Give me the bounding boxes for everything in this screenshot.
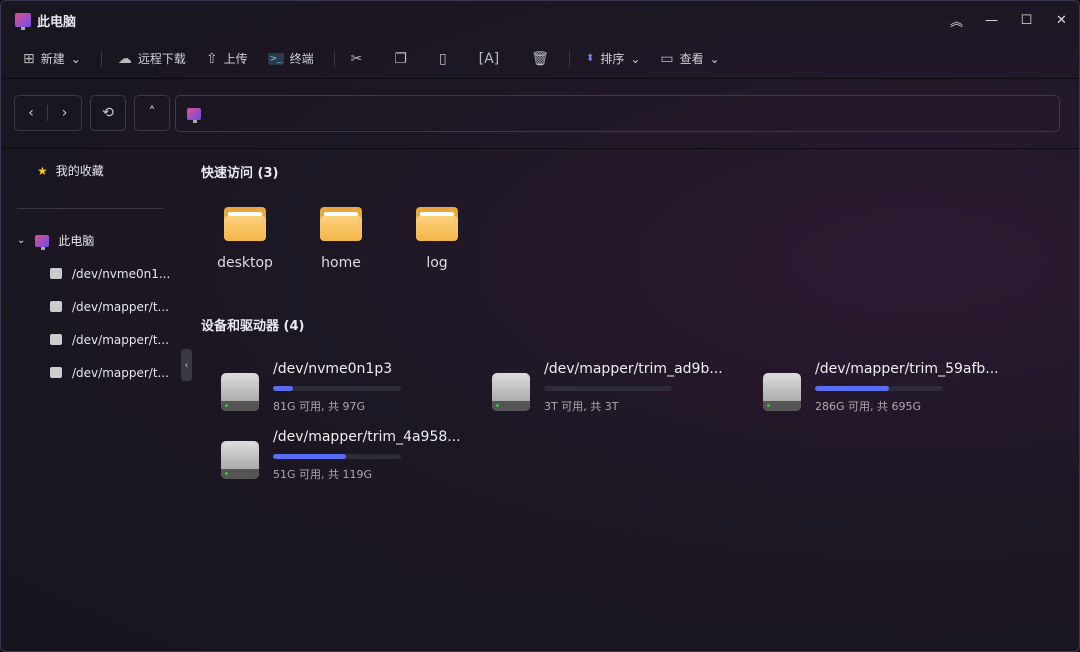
forward-button[interactable]: › bbox=[48, 105, 81, 121]
chevron-up-icon: ˄ bbox=[148, 105, 156, 121]
folder-icon bbox=[416, 207, 458, 241]
scissors-icon: ✂ bbox=[350, 50, 363, 67]
chevron-down-icon: ⌄ bbox=[70, 51, 81, 66]
devices-heading: 设备和驱动器 (4) bbox=[201, 319, 305, 334]
drive-name: /dev/mapper/trim_59afb... bbox=[815, 361, 999, 377]
cut-button[interactable]: ✂ bbox=[351, 51, 363, 67]
terminal-icon: >_ bbox=[267, 52, 284, 65]
chevron-down-icon[interactable]: ⌄ bbox=[17, 235, 25, 246]
divider bbox=[17, 208, 163, 209]
history-button[interactable]: ⟲ bbox=[90, 95, 126, 131]
main-content: 快速访问 (3) desktop home log 设备和驱动器 (4) /de… bbox=[201, 149, 1079, 651]
terminal-button[interactable]: >_ 终端 bbox=[267, 50, 314, 67]
drive-capacity: 286G 可用, 共 695G bbox=[815, 400, 922, 413]
hard-drive-icon bbox=[221, 441, 259, 479]
delete-button[interactable]: 🗑 bbox=[531, 51, 549, 67]
back-forward-group: ‹ › bbox=[14, 95, 82, 131]
drive-icon bbox=[50, 268, 62, 279]
sidebar-item-drive[interactable]: /dev/mapper/t... bbox=[1, 290, 181, 323]
folder-icon bbox=[224, 207, 266, 241]
view-icon: ▭ bbox=[660, 50, 674, 67]
drive-icon bbox=[50, 367, 62, 378]
drive-item[interactable]: /dev/mapper/trim_ad9b... 3T 可用, 共 3T bbox=[472, 361, 732, 421]
sidebar-item-drive[interactable]: /dev/mapper/t... bbox=[1, 356, 181, 389]
sort-icon: ⬍ bbox=[585, 53, 595, 64]
hard-drive-icon bbox=[221, 373, 259, 411]
paste-icon: ▯ bbox=[438, 50, 447, 67]
drive-name: /dev/mapper/trim_ad9b... bbox=[544, 361, 723, 377]
view-button[interactable]: ▭ 查看 ⌄ bbox=[660, 50, 719, 67]
rename-icon: [A] bbox=[478, 50, 500, 67]
sidebar-item-drive[interactable]: /dev/nvme0n1... bbox=[1, 257, 181, 290]
sidebar-collapse-handle[interactable]: ‹ bbox=[181, 349, 192, 381]
sidebar-item-this-pc[interactable]: ⌄ 此电脑 bbox=[1, 224, 181, 257]
drive-icon bbox=[50, 301, 62, 312]
drive-capacity: 81G 可用, 共 97G bbox=[273, 400, 366, 413]
remote-download-button[interactable]: ☁ 远程下载 bbox=[118, 50, 186, 67]
computer-icon bbox=[15, 13, 31, 30]
folder-log[interactable]: log bbox=[402, 207, 472, 271]
sidebar: ★ 我的收藏 ⌄ 此电脑 /dev/nvme0n1... /dev/mapper/t… bbox=[1, 149, 181, 651]
drive-name: /dev/mapper/trim_4a958... bbox=[273, 429, 461, 445]
folder-home[interactable]: home bbox=[306, 207, 376, 271]
title-bar: 此电脑 ︽ — ☐ ✕ bbox=[1, 1, 1079, 39]
address-bar[interactable] bbox=[175, 95, 1060, 132]
hard-drive-icon bbox=[492, 373, 530, 411]
usage-bar-fill bbox=[815, 386, 890, 391]
chevron-down-icon: ⌄ bbox=[709, 51, 720, 66]
drive-name: /dev/nvme0n1p3 bbox=[273, 361, 393, 377]
hard-drive-icon bbox=[763, 373, 801, 411]
new-button[interactable]: ⊞ 新建 ⌄ bbox=[23, 50, 81, 67]
close-button[interactable]: ✕ bbox=[1044, 1, 1079, 39]
history-icon: ⟲ bbox=[102, 105, 114, 121]
window-title: 此电脑 bbox=[37, 14, 77, 30]
toolbar: ⊞ 新建 ⌄ ☁ 远程下载 ⇧ 上传 >_ 终端 ✂ ❐ ▯ [A] 🗑 ⬍ 排序 ⌄ ▭ 查看… bbox=[1, 39, 1079, 79]
sort-button[interactable]: ⬍ 排序 ⌄ bbox=[586, 50, 640, 67]
quick-access-heading: 快速访问 (3) bbox=[201, 166, 279, 181]
upload-icon: ⇧ bbox=[205, 50, 218, 67]
plus-icon: ⊞ bbox=[23, 50, 35, 67]
usage-bar bbox=[815, 386, 943, 391]
usage-bar-fill bbox=[273, 386, 294, 391]
minimize-button[interactable]: — bbox=[974, 1, 1009, 39]
file-manager-window: 此电脑 ︽ — ☐ ✕ ⊞ 新建 ⌄ ☁ 远程下载 ⇧ 上传 >_ 终端 ✂ ❐ ▯ [A… bbox=[0, 0, 1080, 652]
folder-icon bbox=[320, 207, 362, 241]
divider bbox=[568, 50, 570, 67]
copy-icon: ❐ bbox=[394, 50, 407, 67]
drive-item[interactable]: /dev/mapper/trim_4a958... 51G 可用, 共 119G bbox=[201, 429, 461, 489]
rename-button[interactable]: [A] bbox=[479, 51, 500, 67]
up-button[interactable]: ˄ bbox=[134, 95, 170, 131]
trash-icon: 🗑 bbox=[531, 50, 549, 67]
usage-bar bbox=[544, 386, 672, 391]
back-button[interactable]: ‹ bbox=[15, 105, 48, 121]
copy-button[interactable]: ❐ bbox=[394, 51, 407, 67]
maximize-button[interactable]: ☐ bbox=[1009, 1, 1044, 39]
usage-bar bbox=[273, 386, 401, 391]
drive-item[interactable]: /dev/nvme0n1p3 81G 可用, 共 97G bbox=[201, 361, 461, 421]
paste-button[interactable]: ▯ bbox=[439, 51, 447, 67]
usage-bar-fill bbox=[273, 454, 346, 459]
drive-capacity: 3T 可用, 共 3T bbox=[544, 400, 619, 413]
divider bbox=[100, 50, 102, 67]
folder-desktop[interactable]: desktop bbox=[210, 207, 280, 271]
collapse-button[interactable]: ︽ bbox=[939, 1, 974, 39]
divider bbox=[333, 50, 335, 67]
star-icon: ★ bbox=[37, 163, 48, 178]
drive-item[interactable]: /dev/mapper/trim_59afb... 286G 可用, 共 695… bbox=[743, 361, 1003, 421]
chevron-down-icon: ⌄ bbox=[630, 51, 641, 66]
upload-button[interactable]: ⇧ 上传 bbox=[206, 50, 248, 67]
drive-capacity: 51G 可用, 共 119G bbox=[273, 468, 373, 481]
sidebar-item-favorites[interactable]: ★ 我的收藏 bbox=[1, 154, 181, 187]
computer-icon bbox=[35, 234, 50, 250]
cloud-upload-icon: ☁ bbox=[117, 50, 132, 67]
drive-icon bbox=[50, 334, 62, 345]
sidebar-item-drive[interactable]: /dev/mapper/t... bbox=[1, 323, 181, 356]
usage-bar bbox=[273, 454, 401, 459]
computer-icon bbox=[187, 107, 201, 123]
